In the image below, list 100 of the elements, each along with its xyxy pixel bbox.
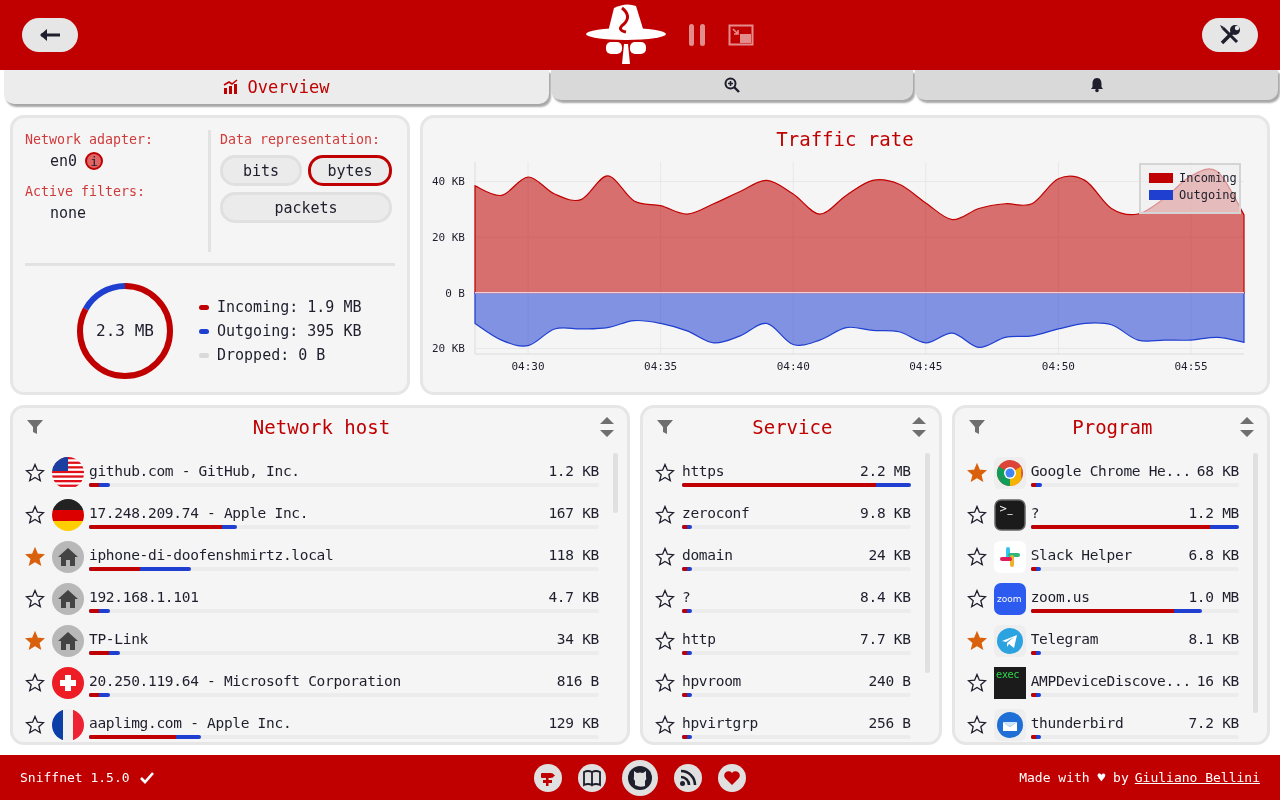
favorite-star-icon[interactable]: [655, 589, 675, 609]
traffic-value: 4.7 KB: [548, 589, 599, 605]
traffic-value: 816 B: [556, 673, 599, 689]
author-link[interactable]: Giuliano Bellini: [1134, 770, 1260, 785]
representation-option[interactable]: packets: [220, 192, 392, 223]
favorite-star-icon[interactable]: [966, 673, 987, 693]
panel-title: Service: [751, 416, 834, 438]
representation-option[interactable]: bits: [220, 155, 302, 186]
terminal-icon: >_: [993, 499, 1026, 531]
traffic-value: 68 KB: [1196, 463, 1239, 479]
sort-icon: [910, 416, 927, 438]
favorite-star-icon[interactable]: [25, 715, 45, 735]
representation-option[interactable]: bytes: [308, 155, 392, 186]
app-version: Sniffnet 1.5.0: [20, 770, 130, 785]
entry-name: thunderbird: [1030, 715, 1124, 731]
entry-name: Google Chrome He...: [1030, 463, 1191, 479]
traffic-value: 6.8 KB: [1188, 547, 1239, 563]
info-icon[interactable]: i: [85, 152, 104, 170]
arrow-left-icon: [39, 28, 61, 42]
traffic-value: 16 KB: [1196, 673, 1239, 689]
total-traffic: 2.3 MB: [95, 321, 155, 340]
favorite-star-icon[interactable]: [655, 463, 675, 483]
sort-icon: [599, 416, 615, 438]
traffic-value: 256 B: [868, 715, 911, 731]
filters-label: Active filters:: [25, 183, 147, 201]
favorite-star-icon[interactable]: [25, 547, 45, 567]
filter-icon: [967, 419, 986, 435]
legend-label: Outgoing: 395 KB: [217, 322, 362, 340]
entry-name: 17.248.209.74 - Apple Inc.: [89, 505, 309, 521]
entry-name: 192.168.1.101: [89, 589, 199, 605]
favorite-star-icon[interactable]: [655, 673, 675, 693]
favorite-star-icon[interactable]: [655, 631, 675, 651]
app-icon: [993, 457, 1026, 489]
axis-label: 04:45: [909, 360, 943, 373]
app-icon: [993, 709, 1026, 741]
legend-label: Incoming: [1179, 171, 1237, 185]
entry-name: http: [682, 631, 716, 647]
favorite-star-icon[interactable]: [966, 589, 987, 609]
entry-name: zeroconf: [682, 505, 750, 521]
axis-label: 0 B: [445, 286, 465, 300]
traffic-value: 2.2 MB: [860, 463, 911, 479]
made-with-text: Made with ♥ by: [1019, 770, 1129, 785]
panel-title: Network host: [251, 416, 392, 438]
traffic-value: 7.2 KB: [1188, 715, 1239, 731]
entry-name: aaplimg.com - Apple Inc.: [89, 715, 292, 731]
favorite-star-icon[interactable]: [966, 505, 987, 525]
entry-name: domain: [682, 547, 733, 563]
favorite-star-icon[interactable]: [966, 547, 987, 567]
house-icon: [52, 583, 84, 615]
app-icon: [993, 625, 1026, 657]
legend-label: Outgoing: [1179, 188, 1237, 202]
traffic-value: 1.2 KB: [548, 463, 599, 479]
favorite-star-icon[interactable]: [966, 715, 987, 735]
settings-icon: [1219, 24, 1241, 46]
favorite-star-icon[interactable]: [25, 463, 45, 483]
footer-link-button[interactable]: [622, 759, 658, 796]
traffic-value: 9.8 KB: [860, 505, 911, 521]
traffic-value: 129 KB: [548, 715, 599, 731]
favorite-star-icon[interactable]: [966, 463, 987, 483]
pause-icon: [688, 23, 706, 47]
adapter-label: Network adapter:: [25, 131, 155, 149]
adapter-name: en0: [50, 151, 78, 172]
chart-icon: [223, 79, 240, 95]
entry-name: hpvroom: [682, 673, 741, 689]
footer-link-button[interactable]: [578, 763, 606, 792]
favorite-star-icon[interactable]: [655, 715, 675, 735]
entry-name: TP-Link: [89, 631, 148, 647]
axis-label: 40 KB: [431, 175, 465, 189]
entry-name: Telegram: [1030, 631, 1099, 647]
favorite-star-icon[interactable]: [655, 547, 675, 567]
legend-label: Dropped: 0 B: [217, 346, 326, 364]
traffic-value: 24 KB: [868, 547, 911, 563]
traffic-value: 118 KB: [548, 547, 599, 563]
traffic-value: 240 B: [868, 673, 911, 689]
rss-icon: [679, 768, 697, 787]
back-button[interactable]: [22, 18, 78, 52]
house-icon: [52, 625, 84, 657]
picture-in-picture-icon: [728, 24, 754, 46]
favorite-star-icon[interactable]: [25, 631, 45, 651]
favorite-star-icon[interactable]: [25, 589, 45, 609]
flag-icon: [52, 499, 84, 531]
entry-name: hpvirtgrp: [682, 715, 758, 731]
legend-swatch: [1149, 173, 1173, 183]
chart-title: Traffic rate: [776, 127, 914, 152]
flag-icon: [52, 709, 84, 741]
check-icon: [139, 771, 154, 784]
axis-label: 04:50: [1041, 360, 1075, 373]
favorite-star-icon[interactable]: [25, 673, 45, 693]
filter-icon: [656, 419, 674, 435]
footer-link-button[interactable]: [674, 763, 702, 792]
flag-icon: [52, 667, 84, 699]
zoom-in-icon: [724, 77, 741, 93]
favorite-star-icon[interactable]: [966, 631, 987, 651]
entry-name: github.com - GitHub, Inc.: [89, 463, 300, 479]
traffic-value: 1.2 MB: [1188, 505, 1239, 521]
favorite-star-icon[interactable]: [655, 505, 675, 525]
entry-name: ?: [1030, 505, 1040, 521]
tab[interactable]: Overview: [4, 70, 549, 104]
settings-button[interactable]: [1202, 18, 1258, 52]
favorite-star-icon[interactable]: [25, 505, 45, 525]
